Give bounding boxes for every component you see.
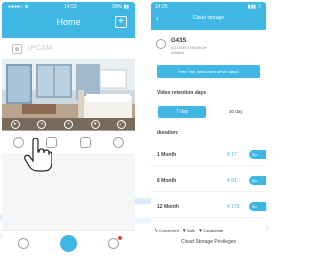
status-bar: ●●●●○ ⊕ 14:53 99% ▮▮ — [8, 4, 129, 12]
feature-item: ϟ Convenient — [155, 226, 179, 235]
record-icon[interactable]: ● — [90, 120, 100, 129]
retention-heading: Video retention days — [157, 90, 207, 96]
device-serial: s/d 12345 67890abcde — [171, 46, 207, 50]
plus-icon: + — [118, 16, 124, 27]
camera-icon — [12, 44, 22, 54]
status-bar: 14:25 ▮▮▮ ⌔ — [155, 4, 262, 12]
feature-label: Safe — [186, 228, 196, 233]
calendar-icon[interactable] — [79, 136, 91, 148]
add-device-button[interactable]: + — [115, 16, 127, 28]
feature-label: Convenient — [158, 228, 179, 233]
lightning-icon: ϟ — [155, 227, 158, 234]
device-actions — [2, 131, 135, 153]
retention-option-30-day[interactable]: 30 day — [229, 109, 243, 114]
device-name: IPCAM — [28, 45, 53, 52]
cloud-storage-screen: 14:25 ▮▮▮ ⌔ ‹ Cloud storage G43S s/d 123… — [151, 2, 266, 255]
page-title: Cloud storage — [192, 15, 225, 21]
free-trial-button[interactable]: Free Trial (new users seven days) — [157, 65, 260, 78]
buy-button[interactable]: Bu — [249, 176, 266, 185]
device-card: G43S s/d 12345 67890abcde Installed — [151, 30, 266, 64]
plan-price: ¥ 173 — [227, 204, 240, 210]
buy-button[interactable]: Bu — [249, 150, 266, 159]
retention-option-7-day[interactable]: 7 day — [158, 106, 206, 118]
plan-label: 6 Month — [157, 178, 177, 184]
cloud-header: 14:25 ▮▮▮ ⌔ ‹ Cloud storage — [151, 2, 266, 30]
message-icon[interactable] — [17, 237, 29, 249]
feature-list: ϟ Convenient ♥ Safe ♥ Considerati — [155, 226, 266, 235]
buy-button[interactable]: Bu — [249, 202, 266, 211]
video-controls-bar: ▸ ◖ ▪ ● ⤢ — [2, 118, 135, 131]
heart-icon: ♥ — [182, 227, 186, 234]
status-signal: ▮▮▮ ⌔ — [247, 4, 262, 10]
device-name: G43S — [171, 38, 187, 44]
notification-badge — [118, 235, 123, 240]
duration-heading: duration: — [157, 130, 179, 136]
feature-item: ♥ Safe — [183, 226, 195, 235]
plan-row-12-month: 12 Month ¥ 173 Bu — [151, 196, 266, 218]
settings-icon[interactable] — [112, 136, 124, 148]
plan-label: 12 Month — [157, 204, 179, 210]
status-time: 14:25 — [155, 4, 168, 10]
feature-item: ♥ Considerati — [199, 226, 223, 235]
plan-price: ¥ 91 — [227, 178, 237, 184]
play-icon[interactable]: ▸ — [10, 120, 20, 129]
plan-label: 1 Month — [157, 152, 177, 158]
tutorial-canvas: ●●●●○ ⊕ 14:53 99% ▮▮ Home + IPCAM ▸ ◖ ▪ … — [0, 0, 268, 257]
hd-icon[interactable]: ▪ — [63, 120, 73, 129]
speaker-icon[interactable]: ◖ — [37, 120, 47, 129]
status-battery: 99% ▮▮ — [112, 4, 129, 10]
pointing-hand-icon — [24, 138, 52, 172]
cloud-icon[interactable] — [13, 136, 25, 148]
status-time: 14:53 — [64, 4, 77, 10]
bottom-tab-bar — [2, 230, 135, 255]
plan-row-1-month: 1 Month ¥ 17 Bu — [151, 144, 266, 166]
feature-label: Considerati — [203, 228, 224, 233]
home-screen: ●●●●○ ⊕ 14:53 99% ▮▮ Home + IPCAM ▸ ◖ ▪ … — [2, 2, 135, 255]
home-header: ●●●●○ ⊕ 14:53 99% ▮▮ Home + — [2, 2, 135, 38]
plan-price: ¥ 17 — [227, 152, 237, 158]
heart-icon: ♥ — [199, 227, 203, 234]
status-carrier: ●●●●○ ⊕ — [8, 4, 29, 10]
user-icon[interactable] — [108, 235, 123, 249]
camera-icon — [156, 39, 166, 49]
plan-row-6-month: 6 Month ¥ 91 Bu — [151, 170, 266, 192]
device-row[interactable]: IPCAM — [2, 38, 135, 60]
device-status: Installed — [171, 51, 185, 55]
fullscreen-icon[interactable]: ⤢ — [117, 120, 127, 129]
home-icon[interactable] — [59, 234, 77, 252]
privileges-heading: Cloud Storage Privileges — [180, 239, 237, 245]
